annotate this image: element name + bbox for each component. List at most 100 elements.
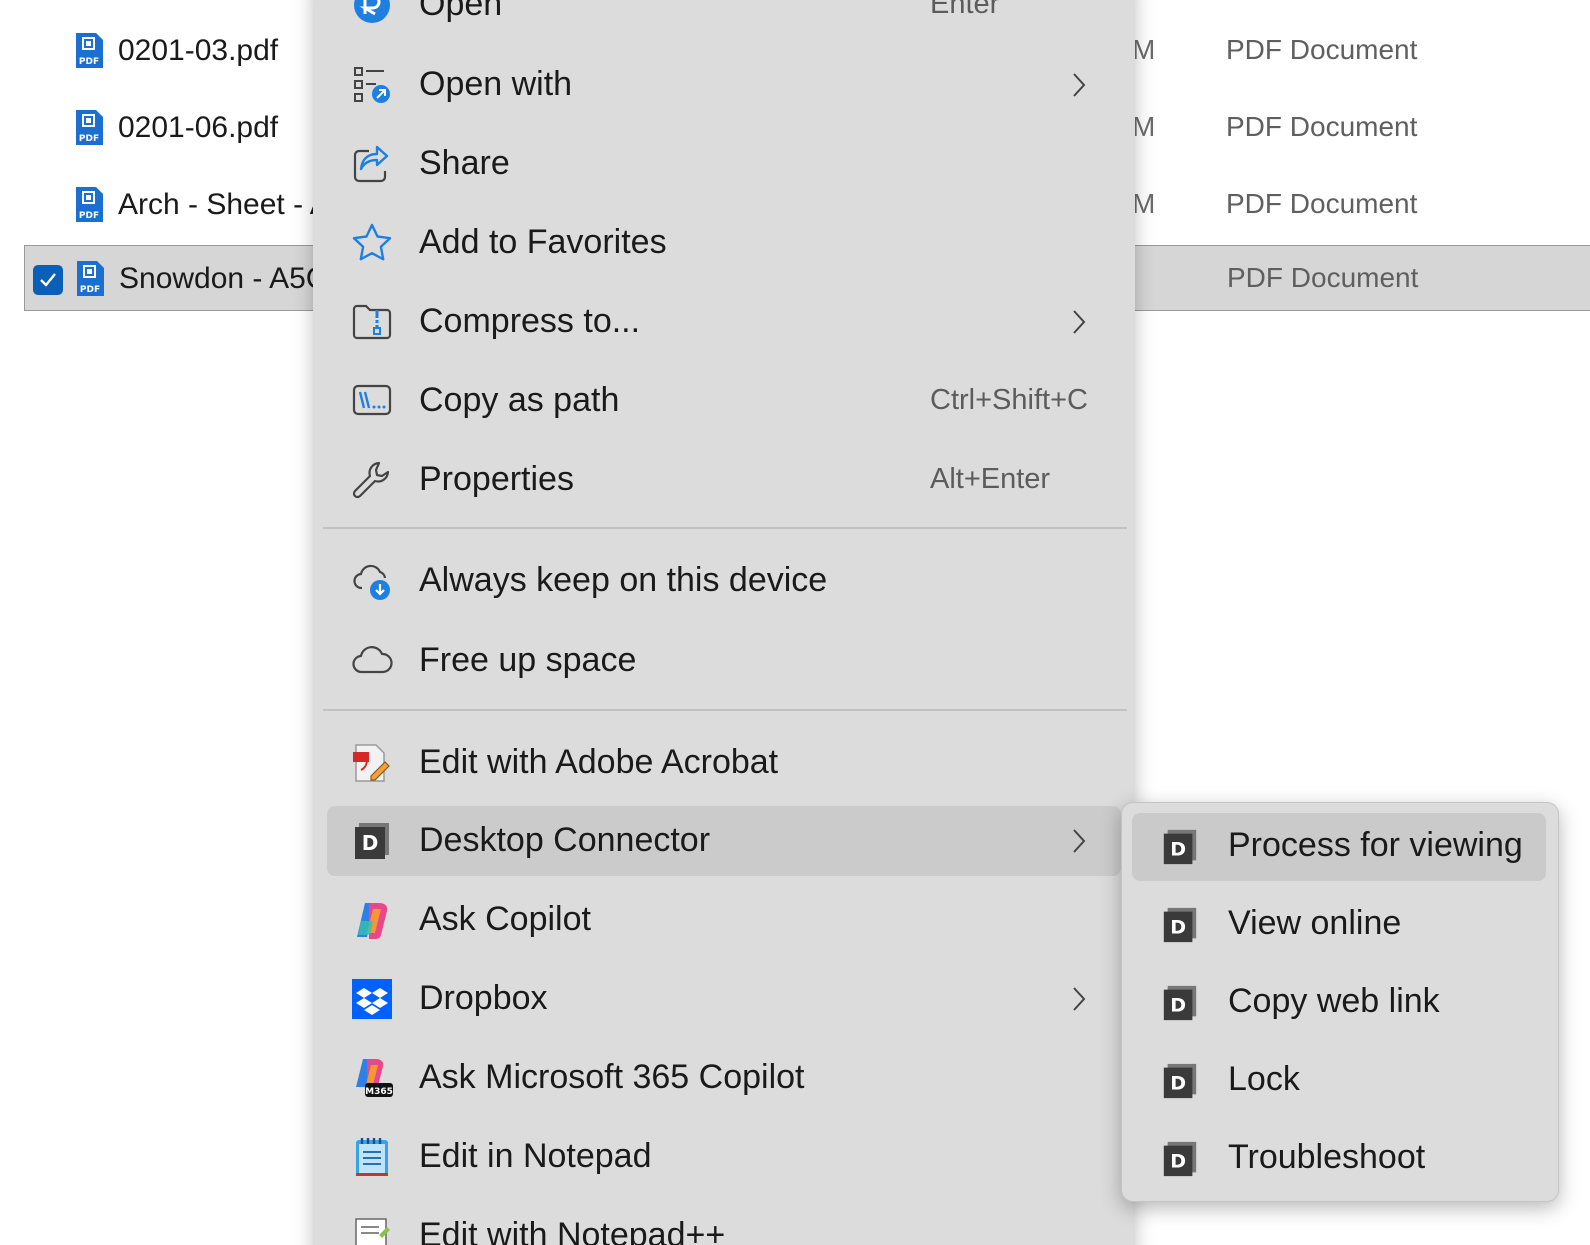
- menu-label: Dropbox: [419, 979, 548, 1017]
- checkmark-icon: [40, 273, 56, 287]
- share-icon: [351, 143, 393, 185]
- menu-label: Desktop Connector: [419, 821, 711, 859]
- desktop-connector-icon: D: [1160, 983, 1200, 1028]
- menu-item-edit-with-notepad-plus[interactable]: Edit with Notepad++: [327, 1201, 1121, 1245]
- svg-text:D: D: [1170, 917, 1186, 939]
- svg-text:PDF: PDF: [79, 134, 99, 144]
- desktop-connector-icon: D: [1160, 905, 1200, 950]
- svg-text:D: D: [362, 831, 379, 855]
- menu-item-add-to-favorites[interactable]: Add to Favorites: [327, 208, 1121, 278]
- file-type: PDF Document: [1226, 188, 1418, 219]
- chevron-right-icon: [1071, 826, 1087, 861]
- svg-text:PDF: PDF: [79, 57, 99, 67]
- menu-shortcut: Ctrl+Shift+C: [930, 384, 1088, 416]
- menu-label: Edit with Adobe Acrobat: [419, 743, 779, 781]
- zip-folder-icon: [351, 301, 393, 343]
- menu-shortcut: Enter: [930, 0, 1000, 20]
- copy-path-icon: [351, 380, 393, 422]
- wrench-icon: [351, 459, 393, 501]
- m365-copilot-icon: M365: [351, 1057, 393, 1099]
- notepad-icon: [351, 1136, 393, 1178]
- menu-item-compress-to[interactable]: Compress to...: [327, 287, 1121, 357]
- menu-item-dropbox[interactable]: Dropbox: [327, 964, 1121, 1034]
- menu-label: Ask Microsoft 365 Copilot: [419, 1058, 805, 1096]
- menu-label: Edit in Notepad: [419, 1137, 652, 1175]
- submenu-item-process-for-viewing[interactable]: D Process for viewing: [1132, 813, 1546, 881]
- menu-separator: [323, 527, 1127, 529]
- menu-label: Share: [419, 144, 510, 182]
- svg-text:PDF: PDF: [80, 285, 100, 295]
- menu-item-desktop-connector[interactable]: D Desktop Connector: [327, 806, 1121, 876]
- cloud-icon: [351, 640, 393, 682]
- menu-item-share[interactable]: Share: [327, 129, 1121, 199]
- menu-label: Properties: [419, 460, 574, 498]
- menu-item-always-keep-on-device[interactable]: Always keep on this device: [327, 546, 1121, 616]
- dropbox-icon: [351, 978, 393, 1020]
- desktop-connector-submenu: D Process for viewing D View online D Co…: [1121, 802, 1559, 1202]
- desktop-connector-icon: D: [1160, 1061, 1200, 1106]
- submenu-item-lock[interactable]: D Lock: [1132, 1047, 1546, 1115]
- file-date: M: [1132, 111, 1156, 142]
- menu-label: Copy as path: [419, 381, 620, 419]
- svg-text:PDF: PDF: [79, 211, 99, 221]
- desktop-connector-icon: D: [351, 820, 393, 862]
- menu-label: Open with: [419, 65, 573, 103]
- svg-text:D: D: [1170, 1073, 1186, 1095]
- desktop-stage: PDF 0201-03.pdf M PDF Document PDF 0201-…: [0, 0, 1590, 1245]
- svg-text:D: D: [1170, 1151, 1186, 1173]
- svg-text:D: D: [1170, 839, 1186, 861]
- pdf-file-icon: PDF: [74, 32, 104, 75]
- file-name: Snowdon - A5C: [119, 262, 328, 295]
- menu-item-ask-copilot[interactable]: Ask Copilot: [327, 885, 1121, 955]
- menu-item-open[interactable]: Open Enter: [327, 0, 1121, 40]
- copilot-icon: [351, 899, 393, 941]
- menu-item-ask-m365-copilot[interactable]: M365 Ask Microsoft 365 Copilot: [327, 1043, 1121, 1113]
- submenu-label: Lock: [1228, 1060, 1300, 1098]
- file-type: PDF Document: [1226, 34, 1418, 65]
- svg-text:M365: M365: [365, 1087, 393, 1097]
- menu-item-free-up-space[interactable]: Free up space: [327, 626, 1121, 696]
- submenu-label: View online: [1228, 904, 1402, 942]
- file-name: 0201-06.pdf: [118, 111, 279, 144]
- pdf-file-icon: PDF: [74, 109, 104, 152]
- menu-label: Open: [419, 0, 503, 23]
- chevron-right-icon: [1071, 984, 1087, 1019]
- menu-label: Compress to...: [419, 302, 641, 340]
- svg-text:D: D: [1170, 995, 1186, 1017]
- chevron-right-icon: [1071, 70, 1087, 105]
- checkbox[interactable]: [33, 265, 63, 295]
- open-app-icon: [351, 0, 393, 26]
- cloud-download-icon: [351, 560, 393, 602]
- menu-item-copy-as-path[interactable]: Copy as path Ctrl+Shift+C: [327, 366, 1121, 436]
- submenu-label: Troubleshoot: [1228, 1138, 1426, 1176]
- submenu-item-view-online[interactable]: D View online: [1132, 891, 1546, 959]
- desktop-connector-icon: D: [1160, 827, 1200, 872]
- menu-item-properties[interactable]: Properties Alt+Enter: [327, 445, 1121, 515]
- context-menu: Open Enter Open with Share Add to Favori…: [313, 0, 1135, 1245]
- submenu-label: Process for viewing: [1228, 826, 1523, 864]
- file-name: Arch - Sheet - A: [118, 188, 330, 221]
- pdf-file-icon: PDF: [75, 260, 105, 303]
- menu-item-edit-in-notepad[interactable]: Edit in Notepad: [327, 1122, 1121, 1192]
- chevron-right-icon: [1071, 307, 1087, 342]
- open-with-icon: [351, 64, 393, 106]
- pdf-file-icon: PDF: [74, 186, 104, 229]
- submenu-item-copy-web-link[interactable]: D Copy web link: [1132, 969, 1546, 1037]
- menu-label: Ask Copilot: [419, 900, 591, 938]
- file-date: M: [1132, 34, 1156, 65]
- desktop-connector-icon: D: [1160, 1139, 1200, 1184]
- file-type: PDF Document: [1227, 262, 1419, 293]
- menu-label: Edit with Notepad++: [419, 1216, 726, 1245]
- file-date: M: [1132, 188, 1156, 219]
- menu-item-open-with[interactable]: Open with: [327, 50, 1121, 120]
- submenu-item-troubleshoot[interactable]: D Troubleshoot: [1132, 1125, 1546, 1193]
- file-type: PDF Document: [1226, 111, 1418, 142]
- menu-label: Free up space: [419, 641, 637, 679]
- star-icon: [351, 222, 393, 264]
- menu-label: Add to Favorites: [419, 223, 667, 261]
- submenu-label: Copy web link: [1228, 982, 1440, 1020]
- menu-separator: [323, 709, 1127, 711]
- menu-item-edit-with-acrobat[interactable]: Edit with Adobe Acrobat: [327, 728, 1121, 798]
- menu-label: Always keep on this device: [419, 561, 828, 599]
- file-name: 0201-03.pdf: [118, 34, 279, 67]
